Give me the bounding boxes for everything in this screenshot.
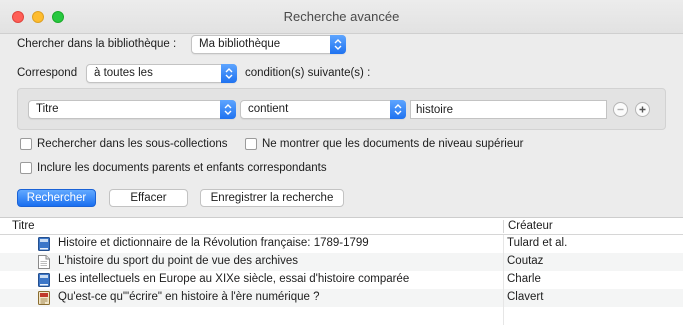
match-mode-select[interactable]: à toutes les	[86, 64, 237, 83]
row-title: Les intellectuels en Europe au XIXe sièc…	[58, 273, 410, 285]
results-header: Titre Créateur	[0, 218, 683, 235]
book-section-icon	[38, 291, 50, 305]
clear-button[interactable]: Effacer	[109, 189, 188, 207]
top-level-only-label: Ne montrer que les documents de niveau s…	[262, 138, 524, 150]
checkbox-box[interactable]	[20, 138, 32, 150]
save-search-button[interactable]: Enregistrer la recherche	[200, 189, 344, 207]
subcollections-label: Rechercher dans les sous-collections	[37, 138, 228, 150]
match-suffix-label: condition(s) suivante(s) :	[245, 67, 371, 79]
row-creator: Clavert	[507, 291, 544, 303]
column-header-title[interactable]: Titre	[12, 220, 35, 232]
checkbox-box[interactable]	[20, 162, 32, 174]
table-row[interactable]: Les intellectuels en Europe au XIXe sièc…	[0, 271, 683, 289]
document-icon	[38, 255, 50, 269]
condition-operator-value: contient	[248, 103, 289, 115]
condition-value-input[interactable]	[411, 101, 606, 118]
row-title: Qu'est-ce qu'"écrire" en histoire à l'èr…	[58, 291, 320, 303]
select-arrows-icon	[390, 100, 406, 119]
column-separator	[503, 220, 504, 233]
column-separator	[503, 289, 504, 307]
library-select[interactable]: Ma bibliothèque	[191, 35, 346, 54]
minus-icon	[617, 108, 624, 111]
match-label: Correspond	[17, 67, 78, 79]
condition-value-field[interactable]	[410, 100, 607, 119]
results-table: Titre Créateur Histoire et dictionnaire …	[0, 217, 683, 325]
column-separator	[503, 271, 504, 289]
column-header-creator[interactable]: Créateur	[508, 220, 553, 232]
row-creator: Tulard et al.	[507, 237, 568, 249]
condition-field-value: Titre	[36, 103, 59, 115]
library-label: Chercher dans la bibliothèque :	[17, 38, 177, 50]
table-row[interactable]: L'histoire du sport du point de vue des …	[0, 253, 683, 271]
column-separator	[503, 235, 504, 253]
add-condition-button[interactable]	[635, 102, 650, 117]
book-icon	[38, 273, 50, 287]
column-separator	[503, 307, 504, 325]
match-mode-value: à toutes les	[94, 67, 153, 79]
condition-row: Titre contient	[17, 88, 666, 130]
top-level-only-checkbox[interactable]: Ne montrer que les documents de niveau s…	[245, 138, 523, 150]
empty-row	[0, 307, 683, 325]
subcollections-checkbox[interactable]: Rechercher dans les sous-collections	[20, 138, 227, 150]
checkbox-box[interactable]	[245, 138, 257, 150]
select-arrows-icon	[330, 35, 346, 54]
column-separator	[503, 253, 504, 271]
search-button[interactable]: Rechercher	[17, 189, 96, 207]
row-creator: Coutaz	[507, 255, 544, 267]
include-parents-checkbox[interactable]: Inclure les documents parents et enfants…	[20, 162, 327, 174]
row-creator: Charle	[507, 273, 541, 285]
library-select-value: Ma bibliothèque	[199, 38, 281, 50]
advanced-search-window: Recherche avancée Chercher dans la bibli…	[0, 0, 683, 325]
condition-operator-select[interactable]: contient	[240, 100, 406, 119]
row-title: Histoire et dictionnaire de la Révolutio…	[58, 237, 369, 249]
remove-condition-button[interactable]	[613, 102, 628, 117]
condition-field-select[interactable]: Titre	[28, 100, 236, 119]
title-bar: Recherche avancée	[0, 0, 683, 34]
window-title: Recherche avancée	[283, 9, 400, 24]
table-row[interactable]: Qu'est-ce qu'"écrire" en histoire à l'èr…	[0, 289, 683, 307]
select-arrows-icon	[220, 100, 236, 119]
include-parents-label: Inclure les documents parents et enfants…	[37, 162, 327, 174]
row-title: L'histoire du sport du point de vue des …	[58, 255, 299, 267]
table-row[interactable]: Histoire et dictionnaire de la Révolutio…	[0, 235, 683, 253]
book-icon	[38, 237, 50, 251]
select-arrows-icon	[221, 64, 237, 83]
plus-icon	[639, 106, 646, 113]
